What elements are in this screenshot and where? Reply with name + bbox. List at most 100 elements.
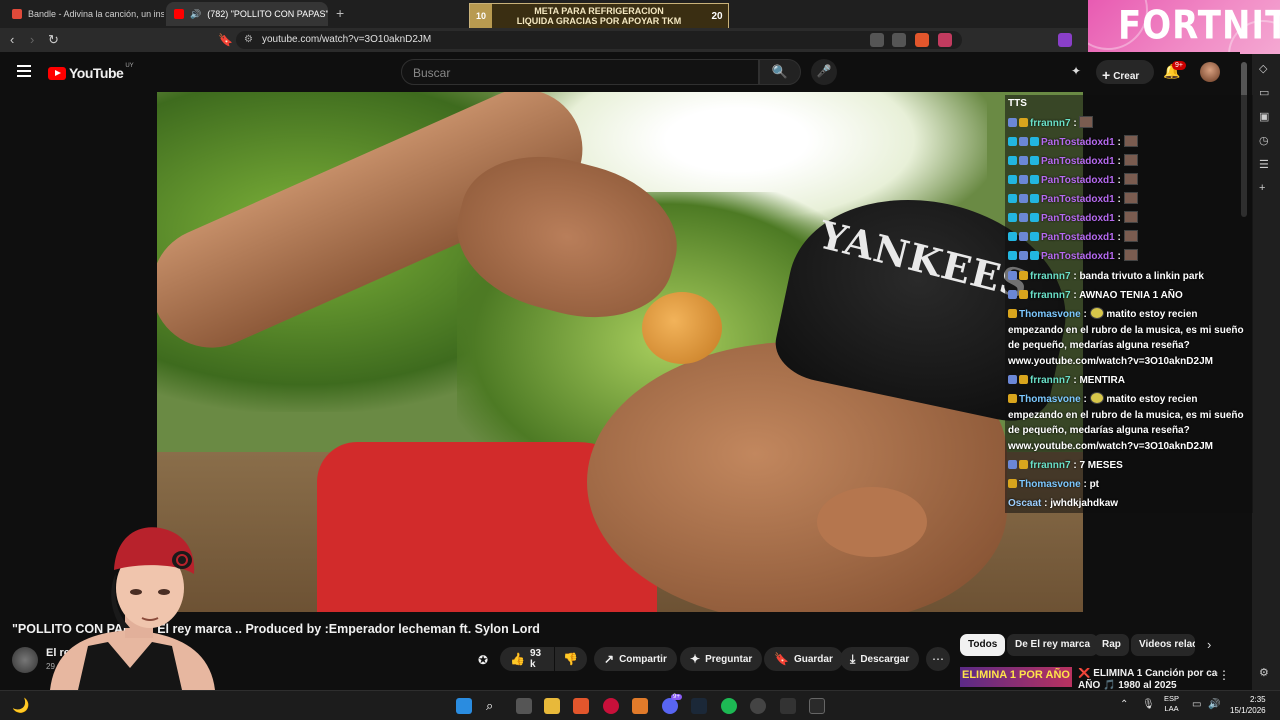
language-indicator[interactable]: ESP LAA — [1164, 694, 1179, 714]
cast-icon[interactable] — [870, 33, 884, 47]
back-icon[interactable]: ‹ — [10, 32, 14, 47]
more-vertical-icon[interactable]: ⋮ — [1218, 668, 1230, 682]
forward-icon[interactable]: › — [30, 32, 34, 47]
emote-icon — [1123, 192, 1138, 204]
chip-channel[interactable]: De El rey marca — [1007, 634, 1099, 656]
browser-sidebar: ◇ ▭ ▣ ◷ ☰ + ⚙ — [1252, 54, 1280, 690]
new-tab-button[interactable]: + — [336, 5, 344, 21]
windows-start-icon[interactable] — [456, 698, 472, 714]
volume-icon[interactable]: 🔊 — [1208, 699, 1220, 710]
app-icon[interactable] — [632, 698, 648, 714]
chip-related[interactable]: Videos relac — [1131, 634, 1195, 656]
sidebar-history-icon[interactable]: ◷ — [1259, 134, 1269, 147]
sidebar-settings-icon[interactable]: ⚙ — [1259, 666, 1269, 679]
search-button[interactable]: 🔍 — [759, 59, 801, 85]
video-player[interactable]: YANKEES — [157, 92, 1083, 612]
extension-icon[interactable] — [1058, 33, 1072, 47]
language-code: ESP — [1164, 694, 1180, 703]
search-taskbar-icon[interactable]: ⌕ — [486, 698, 502, 714]
ask-button[interactable]: ✦ Preguntar — [680, 647, 763, 671]
obs-icon[interactable] — [750, 698, 766, 714]
like-button[interactable]: 👍 93 k — [500, 647, 554, 671]
region-code: UY — [125, 63, 134, 69]
create-button[interactable]: + Crear — [1096, 60, 1154, 84]
download-button[interactable]: ⤓ Descargar — [840, 647, 920, 671]
cast-to-tv-icon[interactable]: ✦ — [1071, 64, 1081, 78]
bookmark-icon: 🔖 — [774, 652, 789, 666]
chip-all[interactable]: Todos — [960, 634, 1006, 656]
stream-goal-banner: 10 META PARA REFRIGERACION LIQUIDA GRACI… — [469, 3, 729, 29]
goal-start: 10 — [470, 4, 492, 28]
search-input[interactable]: Buscar — [401, 59, 759, 85]
user-avatar[interactable] — [1200, 62, 1220, 82]
save-button[interactable]: 🔖 Guardar — [764, 647, 843, 671]
file-explorer-icon[interactable] — [544, 698, 560, 714]
youtube-header: YouTube UY Buscar 🔍 🎤 ✦ + Crear 🔔 9+ — [0, 52, 1240, 92]
download-icon: ⤓ — [850, 651, 856, 666]
goal-line-1: META PARA REFRIGERACION — [534, 6, 664, 16]
goal-text: META PARA REFRIGERACION LIQUIDA GRACIAS … — [492, 6, 706, 26]
sparkle-icon: ✦ — [690, 652, 701, 666]
download-label: Descargar — [860, 653, 910, 665]
more-actions-button[interactable]: ⋯ — [926, 647, 950, 671]
epic-games-icon[interactable] — [809, 698, 825, 714]
url-text: youtube.com/watch?v=3O10aknD2JM — [262, 34, 432, 45]
recommended-thumbnail[interactable]: ELIMINA 1 POR AÑO — [960, 667, 1072, 687]
sidebar-leo-icon[interactable]: ◇ — [1259, 62, 1267, 75]
steam-icon[interactable] — [691, 698, 707, 714]
media-player-icon[interactable] — [603, 698, 619, 714]
sponsor-icon[interactable]: ✪ — [478, 653, 488, 667]
dislike-button[interactable]: 👎 — [555, 647, 587, 671]
youtube-logo[interactable]: YouTube UY — [48, 63, 134, 81]
url-field[interactable]: 🔖 ⚙ youtube.com/watch?v=3O10aknD2JM — [218, 31, 962, 49]
speaker-icon: 🔊 — [190, 8, 202, 19]
tab-youtube[interactable]: 🔊 (782) "POLLITO CON PAPAS" ✕ — [166, 2, 328, 26]
menu-icon[interactable] — [17, 65, 31, 80]
share-label: Compartir — [619, 653, 667, 665]
share-button[interactable]: ↗ Compartir — [594, 647, 677, 671]
site-settings-icon[interactable]: ⚙ — [244, 34, 253, 45]
mic-tray-icon[interactable]: 🎙 — [1142, 699, 1155, 710]
chevron-right-icon[interactable]: › — [1207, 637, 1211, 652]
chat-message: PanTostadoxd1 : — [1008, 173, 1253, 189]
bandle-favicon-icon — [12, 9, 22, 19]
chip-rap[interactable]: Rap — [1094, 634, 1129, 656]
discord-badge: 9+ — [671, 694, 682, 700]
brave-shield-icon[interactable] — [915, 33, 929, 47]
chevron-up-icon[interactable]: ⌃ — [1120, 699, 1128, 710]
fortnite-overlay: FORTNITE — [1088, 0, 1280, 54]
emote-icon — [1089, 307, 1104, 319]
emote-icon — [1123, 154, 1138, 166]
bookmark-icon[interactable]: 🔖 — [218, 33, 233, 47]
thumbs-up-icon: 👍 — [510, 652, 525, 666]
share-icon: ↗ — [604, 652, 615, 666]
clock[interactable]: 2:35 15/1/2026 — [1230, 694, 1266, 716]
recommended-title[interactable]: ❌ ELIMINA 1 Canción por cada AÑO 🎵 1980 … — [1078, 668, 1218, 692]
share-page-icon[interactable] — [892, 33, 906, 47]
task-view-icon[interactable] — [516, 698, 532, 714]
goal-end: 20 — [711, 10, 723, 22]
stream-chat-overlay: TTS frrannn7 : PanTostadoxd1 : PanTostad… — [1005, 95, 1253, 513]
sidebar-tv-icon[interactable]: ▭ — [1259, 86, 1269, 99]
brave-browser-icon[interactable] — [573, 698, 589, 714]
voice-search-button[interactable]: 🎤 — [811, 59, 837, 85]
valorant-icon[interactable] — [780, 698, 796, 714]
search-icon: 🔍 — [771, 64, 789, 79]
youtube-wordmark: YouTube — [69, 65, 124, 81]
network-icon[interactable]: ▭ — [1192, 699, 1201, 710]
discord-icon[interactable] — [662, 698, 678, 714]
brave-rewards-icon[interactable] — [938, 33, 952, 47]
chat-message: Thomasvone : matito estoy recien empezan… — [1008, 307, 1244, 367]
sidebar-reading-list-icon[interactable]: ☰ — [1259, 158, 1269, 171]
weather-moon-icon[interactable]: 🌙 — [12, 697, 29, 714]
sidebar-add-icon[interactable]: + — [1259, 182, 1265, 194]
goal-line-2: LIQUIDA GRACIAS POR APOYAR TKM — [516, 16, 682, 26]
tab-bandle[interactable]: Bandle - Adivina la canción, un instrume — [4, 2, 164, 26]
chat-message: PanTostadoxd1 : — [1008, 192, 1253, 208]
video-ear — [817, 487, 927, 557]
sidebar-wallet-icon[interactable]: ▣ — [1259, 110, 1269, 123]
like-count: 93 k — [529, 648, 542, 670]
spotify-icon[interactable] — [721, 698, 737, 714]
clock-date: 15/1/2026 — [1230, 706, 1266, 715]
reload-icon[interactable]: ↻ — [48, 32, 59, 48]
